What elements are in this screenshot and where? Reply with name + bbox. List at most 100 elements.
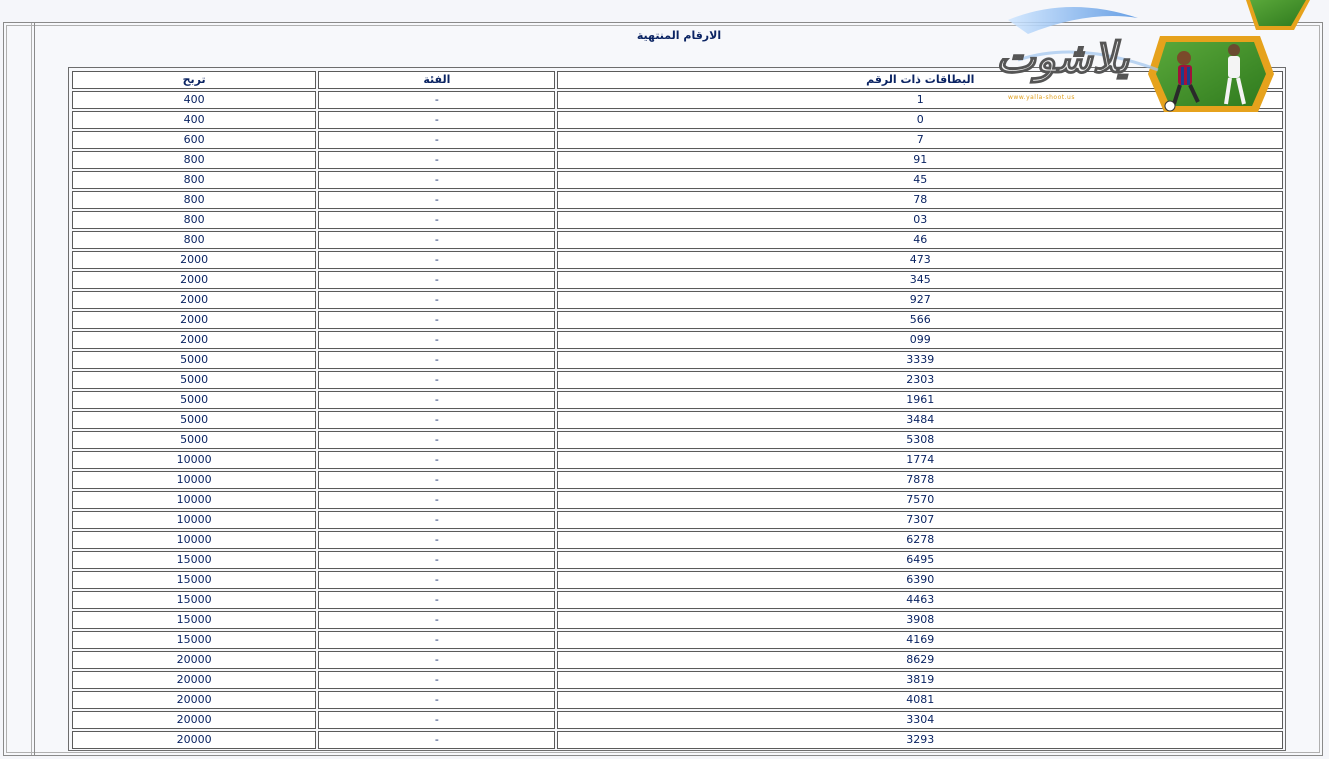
table-row: 10000-7570 [72,491,1283,509]
cell-prize: 800 [72,211,317,229]
table-row: 20000-4081 [72,691,1283,709]
table-row: 10000-7307 [72,511,1283,529]
table-row: 5000-1961 [72,391,1283,409]
cell-number: 099 [557,331,1283,349]
cell-category: - [318,631,556,649]
cell-prize: 800 [72,191,317,209]
cell-number: 345 [557,271,1283,289]
cell-category: - [318,311,556,329]
cell-category: - [318,191,556,209]
cell-number: 473 [557,251,1283,269]
cell-number: 566 [557,311,1283,329]
cell-prize: 400 [72,91,317,109]
cell-category: - [318,551,556,569]
cell-number: 4169 [557,631,1283,649]
cell-category: - [318,171,556,189]
cell-prize: 10000 [72,491,317,509]
table-row: 600-7 [72,131,1283,149]
cell-prize: 15000 [72,631,317,649]
cell-prize: 15000 [72,571,317,589]
cell-prize: 5000 [72,391,317,409]
cell-number: 91 [557,151,1283,169]
header-category: الفئة [318,71,556,89]
cell-category: - [318,731,556,749]
table-body: 400-1 400-0 600-7 800-91 800-45 800-78 800-03 8… [72,91,1283,749]
cell-number: 8629 [557,651,1283,669]
table-row: 20000-3819 [72,671,1283,689]
cell-category: - [318,611,556,629]
table-row: 5000-3339 [72,351,1283,369]
table-row: 20000-8629 [72,651,1283,669]
cell-prize: 15000 [72,611,317,629]
cell-prize: 800 [72,151,317,169]
table-row: 2000-927 [72,291,1283,309]
cell-category: - [318,351,556,369]
cell-number: 4081 [557,691,1283,709]
cell-prize: 800 [72,231,317,249]
site-logo[interactable]: يلاشوت www.yalla-shoot.us [988,0,1329,120]
header-prize: تربح [72,71,317,89]
table-row: 10000-7878 [72,471,1283,489]
cell-category: - [318,231,556,249]
cell-number: 6278 [557,531,1283,549]
cell-category: - [318,111,556,129]
table-row: 800-45 [72,171,1283,189]
cell-prize: 15000 [72,591,317,609]
cell-number: 2303 [557,371,1283,389]
cell-prize: 20000 [72,671,317,689]
cell-category: - [318,271,556,289]
table-row: 15000-4169 [72,631,1283,649]
cell-category: - [318,451,556,469]
table-row: 2000-345 [72,271,1283,289]
cell-category: - [318,511,556,529]
table-row: 800-03 [72,211,1283,229]
logo-graphic: يلاشوت [995,0,1310,112]
table-row: 15000-6495 [72,551,1283,569]
table-row: 800-78 [72,191,1283,209]
cell-category: - [318,431,556,449]
cell-prize: 2000 [72,331,317,349]
table-row: 2000-473 [72,251,1283,269]
cell-number: 7878 [557,471,1283,489]
cell-number: 3293 [557,731,1283,749]
cell-prize: 2000 [72,251,317,269]
cell-number: 7 [557,131,1283,149]
cell-category: - [318,531,556,549]
cell-category: - [318,151,556,169]
logo-url[interactable]: www.yalla-shoot.us [1008,94,1075,101]
cell-prize: 15000 [72,551,317,569]
left-gutter-divider [31,23,32,755]
table-row: 20000-3293 [72,731,1283,749]
table-row: 10000-1774 [72,451,1283,469]
table-row: 15000-6390 [72,571,1283,589]
cell-prize: 10000 [72,511,317,529]
cell-category: - [318,291,556,309]
table-row: 800-46 [72,231,1283,249]
cell-number: 78 [557,191,1283,209]
cell-number: 3819 [557,671,1283,689]
cell-category: - [318,651,556,669]
cell-number: 6495 [557,551,1283,569]
cell-number: 46 [557,231,1283,249]
table-row: 15000-3908 [72,611,1283,629]
table-row: 2000-099 [72,331,1283,349]
cell-number: 4463 [557,591,1283,609]
cell-prize: 5000 [72,411,317,429]
table-row: 10000-6278 [72,531,1283,549]
cell-category: - [318,571,556,589]
cell-category: - [318,491,556,509]
cell-prize: 2000 [72,291,317,309]
cell-prize: 400 [72,111,317,129]
cell-category: - [318,711,556,729]
cell-category: - [318,91,556,109]
cell-prize: 10000 [72,451,317,469]
cell-number: 927 [557,291,1283,309]
cell-prize: 5000 [72,371,317,389]
cell-prize: 5000 [72,431,317,449]
cell-number: 3908 [557,611,1283,629]
cell-number: 1774 [557,451,1283,469]
svg-text:يلاشوت: يلاشوت [996,33,1129,83]
cell-category: - [318,591,556,609]
results-table-frame: تربح الفئة البطاقات ذات الرقم 400-1 400-0… [68,67,1286,751]
cell-prize: 5000 [72,351,317,369]
